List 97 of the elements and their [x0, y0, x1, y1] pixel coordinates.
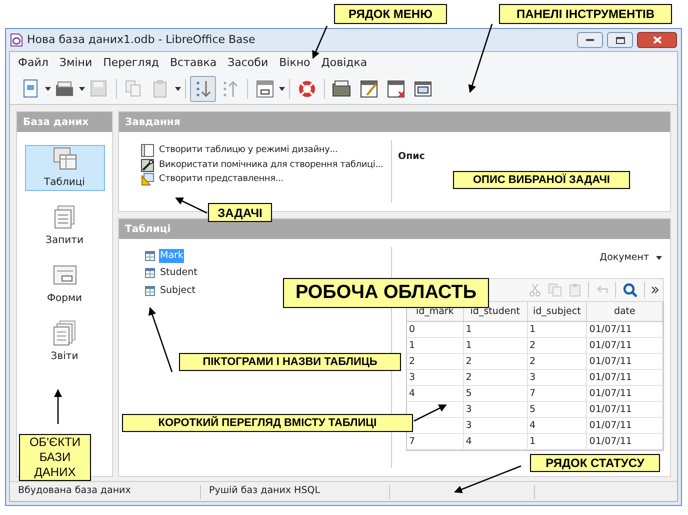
- sidebar-item[interactable]: Запити: [24, 203, 104, 249]
- table-cell: 01/07/11: [589, 388, 632, 400]
- caret-icon: [45, 87, 51, 91]
- table-cell: 3: [466, 420, 472, 432]
- close-button[interactable]: [637, 32, 677, 48]
- caret-icon: [279, 87, 285, 91]
- table-cell: 2: [466, 356, 472, 368]
- status-text: Рушій баз даних HSQL: [209, 485, 320, 496]
- scissors-icon: [528, 283, 542, 298]
- menu-item[interactable]: Вікно: [279, 54, 310, 72]
- annotation-arrow: [312, 26, 328, 59]
- queries-icon: [52, 204, 78, 230]
- search-icon: [622, 282, 638, 298]
- table-cell: 2: [409, 356, 416, 368]
- menu-item[interactable]: Перегляд: [103, 54, 159, 72]
- annotation-label: КОРОТКИЙ ПЕРЕГЛЯД ВМІСТУ ТАБЛИЦІ: [122, 414, 413, 432]
- table-cell: 01/07/11: [589, 372, 632, 384]
- preview-mode-dropdown[interactable]: Документ: [600, 251, 662, 266]
- annotation-label: РЯДОК СТАТУСУ: [530, 454, 660, 472]
- table-cell: 5: [466, 388, 472, 400]
- table-cell: 7: [409, 436, 416, 448]
- wand-icon: [141, 158, 154, 172]
- annotation-arrow: [148, 307, 173, 372]
- annotation-label: ОПИС ВИБРАНОЇ ЗАДАЧІ: [453, 171, 630, 189]
- annotation-arrow: [454, 465, 522, 494]
- column-header: id_subject: [528, 302, 588, 322]
- table-icon: [145, 268, 155, 278]
- table-cell: 01/07/11: [589, 420, 632, 432]
- copy-icon: [548, 283, 562, 298]
- caret-icon: [175, 87, 181, 91]
- sidebar-item[interactable]: Таблиці: [24, 145, 104, 191]
- table-cell: 2: [530, 340, 536, 352]
- table-icon: [145, 251, 155, 262]
- annotation-label: ЗАДАЧІ: [208, 203, 272, 222]
- table-cell: 4: [466, 436, 472, 448]
- table-cell: 01/07/11: [589, 356, 632, 368]
- tree-item[interactable]: Subject: [159, 284, 197, 298]
- more-icon: [651, 286, 659, 294]
- table-cell: 01/07/11: [589, 340, 632, 352]
- menu-item[interactable]: Файл: [18, 54, 48, 72]
- view-icon: [141, 173, 154, 186]
- annotation-arrow: [54, 389, 62, 424]
- paste-icon: [568, 283, 582, 298]
- table-cell: 01/07/11: [589, 324, 632, 336]
- table-cell: 3: [409, 372, 416, 384]
- table-cell: 4: [530, 420, 536, 432]
- annotation-label: ПІКТОГРАМИ І НАЗВИ ТАБЛИЦЬ: [179, 353, 401, 371]
- task-link[interactable]: Створити таблицю у режимі дизайну...: [159, 144, 338, 158]
- table-cell: 3: [530, 372, 536, 384]
- annotation-arrow: [414, 404, 447, 422]
- panel-header: Таблиці: [119, 219, 670, 239]
- task-link[interactable]: Використати помічника для створення таблиці...: [159, 158, 384, 172]
- table-cell: 1: [530, 324, 536, 336]
- menu-item[interactable]: Вставка: [170, 54, 217, 72]
- table-cell: 1: [409, 340, 416, 352]
- status-text: Вбудована база даних: [18, 485, 131, 496]
- tables-icon: [52, 146, 78, 172]
- table-cell: 5: [530, 404, 536, 416]
- table-cell: 01/07/11: [589, 436, 632, 448]
- maximize-button[interactable]: [607, 32, 633, 48]
- table-cell: 3: [466, 404, 472, 416]
- table-cell: 2: [466, 372, 472, 384]
- annotation-label: ПАНЕЛІ ІНСТРУМЕНТІВ: [499, 4, 672, 24]
- annotation-arrow: [175, 197, 208, 214]
- menu-item[interactable]: Довідка: [321, 54, 368, 72]
- table-cell: 1: [466, 324, 472, 336]
- annotation-arrow: [468, 24, 493, 93]
- table-cell: 1: [530, 436, 536, 448]
- sidebar-item[interactable]: Звіти: [24, 319, 104, 365]
- column-header: date: [587, 302, 663, 322]
- caret-icon: [656, 256, 662, 260]
- table-cell: 01/07/11: [589, 404, 632, 416]
- menu-item[interactable]: Засоби: [228, 54, 268, 72]
- minimize-button[interactable]: [577, 32, 603, 48]
- annotation-label: РЯДОК МЕНЮ: [334, 4, 447, 24]
- sidebar-header: База даних: [17, 112, 112, 132]
- window-title: Нова база даних1.odb - LibreOffice Base: [27, 32, 256, 48]
- tree-item[interactable]: Student: [159, 266, 198, 280]
- menu-item[interactable]: Зміни: [59, 54, 92, 72]
- database-icon: [10, 33, 23, 47]
- caret-icon: [79, 87, 85, 91]
- close-icon: [652, 36, 662, 44]
- annotation-label: РОБОЧА ОБЛАСТЬ: [283, 278, 489, 308]
- panel-header: Завдання: [119, 112, 670, 132]
- reports-icon: [52, 320, 78, 346]
- table-cell: 2: [530, 356, 536, 368]
- table-cell: 0: [409, 324, 416, 336]
- description-title: Опис: [398, 151, 425, 162]
- table-design-icon: [141, 144, 154, 158]
- table-cell: 1: [466, 340, 472, 352]
- sort-descending-icon[interactable]: [190, 76, 216, 102]
- annotation-label: ОБ'ЄКТИ БАЗИ ДАНИХ: [19, 434, 91, 481]
- task-link[interactable]: Створити представлення...: [159, 173, 284, 186]
- table-icon: [145, 286, 155, 296]
- sidebar-item[interactable]: Форми: [24, 261, 104, 307]
- table-cell: 4: [409, 388, 416, 400]
- table-cell: 7: [530, 388, 536, 400]
